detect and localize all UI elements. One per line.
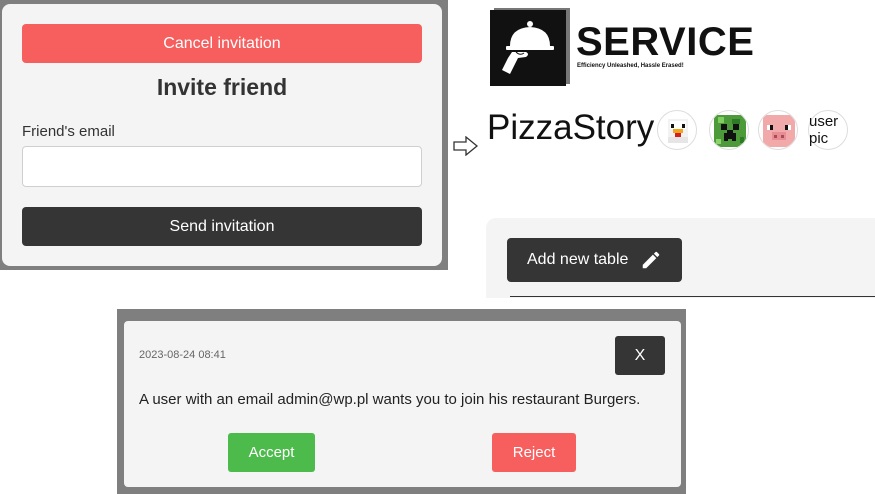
add-new-table-button[interactable]: Add new table [507,238,682,282]
arrow-right-icon [453,136,479,156]
email-field-label: Friend's email [22,123,115,140]
close-notification-button[interactable]: X [615,336,665,375]
add-new-table-label: Add new table [527,251,629,268]
waiter-cloche-icon [490,8,570,86]
userpic-label-line2: pic [809,130,829,147]
cancel-invitation-button[interactable]: Cancel invitation [22,24,422,63]
notification-date: 2023-08-24 08:41 [139,349,226,361]
userpic-avatar[interactable]: user pic [808,110,848,150]
chicken-avatar-icon[interactable] [657,110,697,150]
send-invitation-button[interactable]: Send invitation [22,207,422,246]
service-tagline: Efficiency Unleashed, Hassle Erased! [577,63,684,69]
creeper-avatar-icon[interactable] [709,110,749,150]
service-logo [490,8,570,86]
userpic-label-line1: user [809,113,839,130]
accept-button[interactable]: Accept [228,433,315,472]
email-field[interactable] [22,146,422,187]
reject-button[interactable]: Reject [492,433,576,472]
invite-dialog-title: Invite friend [156,74,288,100]
notification-message: A user with an email admin@wp.pl wants y… [139,391,641,408]
restaurant-name: PizzaStory [487,108,655,147]
pig-avatar-icon[interactable] [758,110,798,150]
service-wordmark: SERVICE [576,20,755,64]
invite-dialog-frame: Cancel invitation Invite friend Friend's… [0,0,448,270]
pencil-icon [643,251,660,269]
tables-divider [510,296,875,297]
invite-dialog: Cancel invitation Invite friend Friend's… [2,4,442,266]
